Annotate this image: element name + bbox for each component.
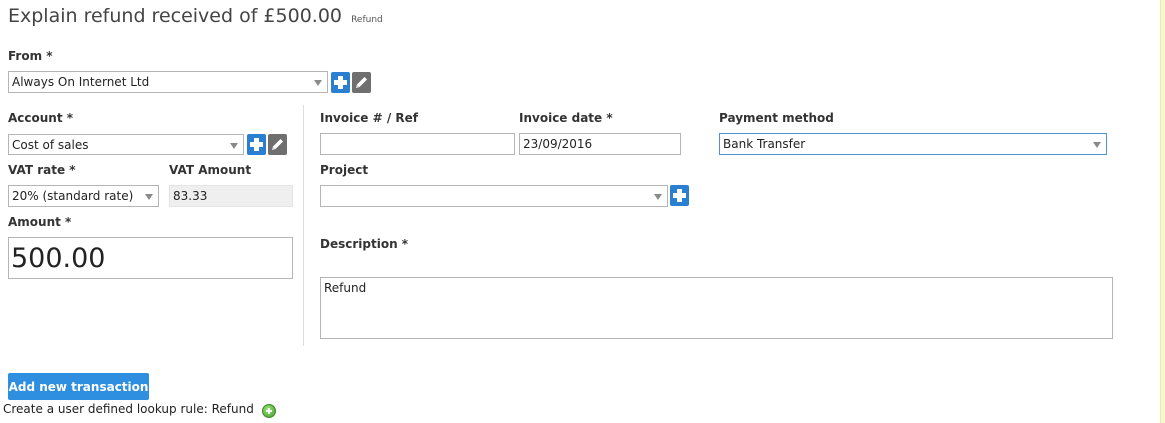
right-edge-panel [1160, 0, 1165, 423]
account-label: Account * [8, 111, 74, 125]
from-label: From * [8, 49, 53, 63]
lookup-rule-text: Create a user defined lookup rule: Refun… [3, 402, 254, 416]
add-contact-plus-icon[interactable] [331, 72, 350, 93]
edit-account-pencil-icon[interactable] [268, 134, 287, 155]
vat-rate-select-value: 20% (standard rate) [12, 189, 134, 203]
add-lookup-rule-green-plus-circle-icon[interactable] [262, 404, 276, 418]
add-new-transaction-button[interactable]: Add new transaction [8, 373, 149, 400]
amount-value: 500.00 [11, 242, 106, 274]
edit-contact-pencil-icon[interactable] [352, 72, 371, 93]
amount-label: Amount * [8, 215, 72, 229]
description-label: Description * [320, 237, 409, 251]
vat-amount-label: VAT Amount [169, 163, 252, 177]
invoice-date-input[interactable]: 23/09/2016 [519, 133, 681, 155]
payment-method-select[interactable]: Bank Transfer [719, 133, 1107, 155]
amount-input[interactable]: 500.00 [8, 237, 293, 279]
add-account-plus-icon[interactable] [247, 134, 266, 155]
from-select-value: Always On Internet Ltd [12, 75, 150, 89]
page-title-text: Explain refund received of £500.00 [8, 5, 343, 27]
invoice-date-label: Invoice date * [519, 111, 613, 125]
add-project-plus-icon[interactable] [670, 185, 689, 206]
description-value: Refund [324, 281, 367, 295]
project-select[interactable] [320, 185, 668, 207]
vat-amount-field: 83.33 [169, 185, 293, 207]
vat-amount-value: 83.33 [173, 189, 208, 203]
from-select[interactable]: Always On Internet Ltd [8, 71, 328, 93]
project-label: Project [320, 163, 369, 177]
description-textarea[interactable]: Refund [320, 277, 1113, 339]
column-divider [303, 105, 304, 346]
payment-method-value: Bank Transfer [723, 137, 806, 151]
account-select-value: Cost of sales [12, 137, 89, 152]
invoice-date-value: 23/09/2016 [523, 137, 593, 151]
vat-rate-select[interactable]: 20% (standard rate) [8, 185, 159, 207]
invoice-ref-label: Invoice # / Ref [320, 111, 419, 125]
invoice-ref-input[interactable] [320, 133, 515, 155]
account-select[interactable]: Cost of sales [8, 134, 244, 155]
payment-method-label: Payment method [719, 111, 834, 125]
page-subtitle: Refund [351, 15, 383, 25]
vat-rate-label: VAT rate * [8, 163, 76, 177]
page-title: Explain refund received of £500.00 Refun… [8, 5, 383, 27]
